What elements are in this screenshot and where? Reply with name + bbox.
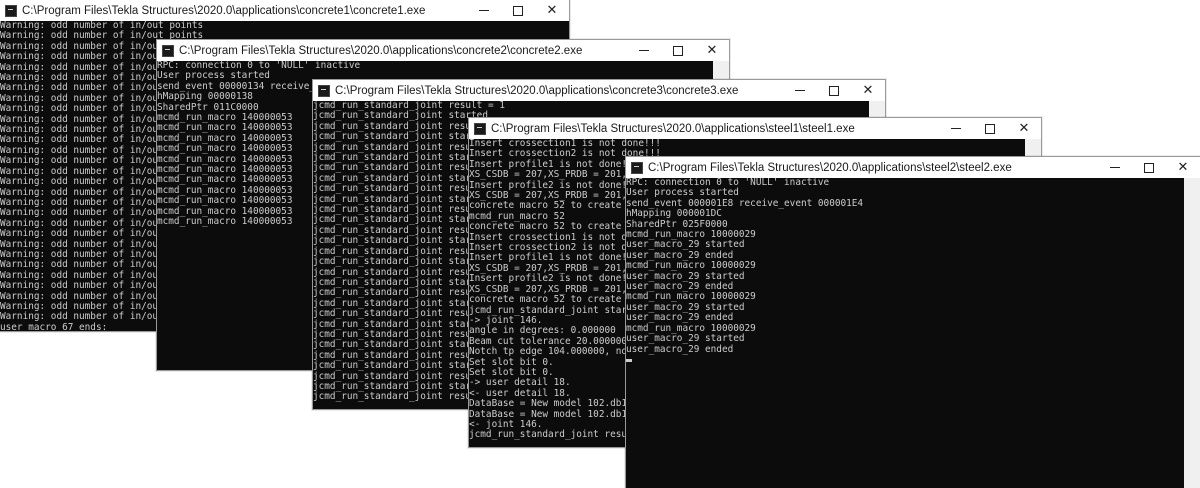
maximize-button[interactable] [1132,157,1166,178]
console-window-steel2[interactable]: C:\Program Files\Tekla Structures\2020.0… [625,156,1200,488]
maximize-button[interactable] [817,80,851,101]
maximize-button[interactable] [973,118,1007,139]
title-bar[interactable]: C:\Program Files\Tekla Structures\2020.0… [157,40,729,61]
title-bar[interactable]: C:\Program Files\Tekla Structures\2020.0… [626,157,1200,178]
maximize-button[interactable] [661,40,695,61]
window-title: C:\Program Files\Tekla Structures\2020.0… [491,122,855,135]
minimize-button[interactable] [627,40,661,61]
console-line: user_macro_29 ended [626,343,734,355]
close-button[interactable]: ✕ [851,80,885,101]
close-button[interactable]: ✕ [535,0,569,21]
window-title: C:\Program Files\Tekla Structures\2020.0… [22,4,426,17]
maximize-button[interactable] [501,0,535,21]
console-app-icon [318,84,330,97]
console-app-icon [5,4,17,17]
close-button[interactable]: ✕ [1007,118,1041,139]
minimize-button[interactable] [939,118,973,139]
vertical-scrollbar[interactable] [713,61,729,79]
vertical-scrollbar[interactable] [1184,178,1200,488]
window-title: C:\Program Files\Tekla Structures\2020.0… [648,161,1012,174]
window-title: C:\Program Files\Tekla Structures\2020.0… [179,44,583,57]
title-bar[interactable]: C:\Program Files\Tekla Structures\2020.0… [469,118,1041,139]
window-title: C:\Program Files\Tekla Structures\2020.0… [335,84,739,97]
minimize-button[interactable] [783,80,817,101]
text-cursor [626,355,1184,365]
console-app-icon [631,161,643,174]
console-app-icon [162,44,174,57]
vertical-scrollbar[interactable] [1025,139,1041,157]
console-app-icon [474,122,486,135]
title-bar[interactable]: C:\Program Files\Tekla Structures\2020.0… [313,80,885,101]
console-output[interactable]: RPC: connection 0 to 'NULL' inactive User… [626,178,1200,488]
close-button[interactable]: ✕ [1166,157,1200,178]
console-line: user_macro_29 started [626,333,745,345]
title-bar[interactable]: C:\Program Files\Tekla Structures\2020.0… [0,0,569,21]
console-lines: RPC: connection 0 to 'NULL' inactive User… [626,178,1184,365]
minimize-button[interactable] [467,0,501,21]
close-button[interactable]: ✕ [695,40,729,61]
minimize-button[interactable] [1098,157,1132,178]
